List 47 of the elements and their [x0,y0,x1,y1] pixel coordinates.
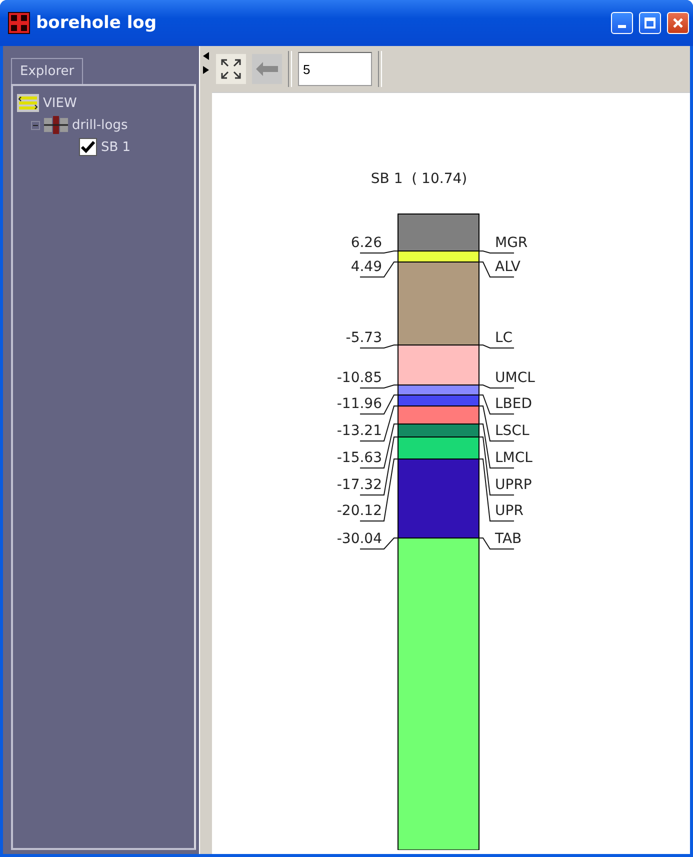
maximize-icon [644,17,656,29]
depth-label: 6.26 [350,235,382,251]
tree-item-label[interactable]: drill-logs [72,118,128,132]
leader-line [360,250,398,254]
leader-line [478,344,514,348]
formation-label: ALV [495,259,520,275]
depth-label: -17.32 [336,477,382,493]
maximize-button[interactable] [639,12,661,34]
tree-item-label[interactable]: SB 1 [101,140,131,154]
arrow-left-icon [256,62,278,76]
checkbox[interactable] [79,138,97,156]
collapse-arrows-icon[interactable] [203,52,210,74]
depth-label: 4.49 [350,259,382,275]
close-button[interactable] [667,12,689,34]
formation-label: UMCL [495,370,535,386]
depth-label: -10.85 [336,370,382,386]
view-icon [17,94,39,112]
explorer-tab[interactable]: Explorer [11,58,84,84]
formation-label: LBED [495,396,532,412]
formation-label: UPRP [495,477,532,493]
depth-label: -20.12 [336,503,382,519]
depth-label: -11.96 [336,396,382,412]
borehole-title: SB 1 ( 10.74) [370,171,468,187]
collapse-icon[interactable] [31,120,40,130]
formation-label: LSCL [495,423,530,439]
formation-label: TAB [495,531,522,547]
leader-line [478,250,514,254]
app-logo-icon [8,12,30,34]
formation-label: MGR [495,235,528,251]
leader-line [360,344,398,348]
input-field[interactable]: 5 [298,52,372,86]
zoom-extents-icon[interactable] [216,54,246,84]
formation-label: UPR [495,503,524,519]
formation-label: LMCL [495,450,532,466]
minimize-button[interactable] [611,12,633,34]
depth-label: -5.73 [346,330,382,346]
depth-label: -15.63 [336,450,382,466]
depth-label: -13.21 [336,423,382,439]
tree-item-label[interactable]: VIEW [43,96,77,110]
leader-line [360,384,398,388]
log-column-icon [44,116,68,134]
minimize-icon [618,25,626,28]
depth-label: -30.04 [336,531,382,547]
close-icon [672,17,684,29]
formation-label: LC [495,330,513,346]
leader-line [478,384,514,388]
window-title: borehole log [36,13,158,33]
